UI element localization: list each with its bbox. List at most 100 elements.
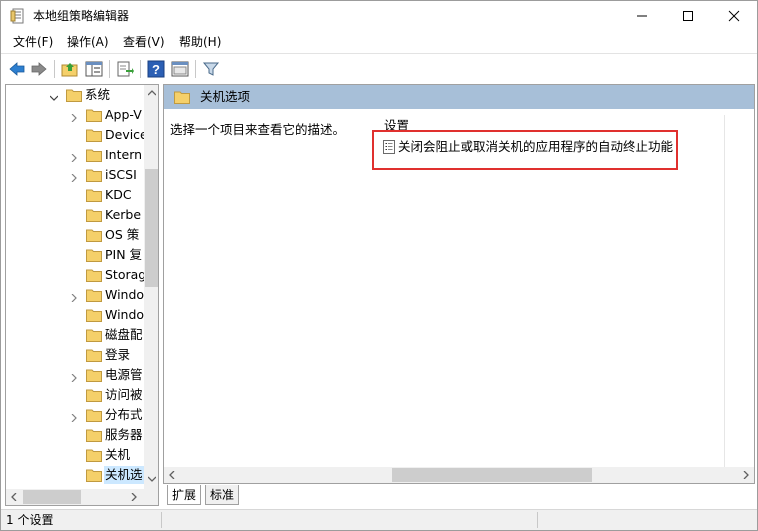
tree-item[interactable]: Device (6, 125, 144, 145)
scroll-up-button[interactable] (144, 85, 158, 101)
tree-item-label: PIN 复 (105, 247, 143, 262)
folder-icon (86, 188, 102, 202)
toolbar-separator (195, 60, 196, 78)
tree-item[interactable]: Windo (6, 285, 144, 305)
details-pane: 关机选项 选择一个项目来查看它的描述。 设置 关闭会阻止或取消关机的应用程序的自… (163, 84, 755, 484)
folder-icon (86, 308, 102, 322)
tree-item[interactable]: OS 策 (6, 225, 144, 245)
tree-horizontal-scrollbar[interactable] (6, 489, 158, 505)
minimize-button[interactable] (619, 1, 665, 31)
window-title: 本地组策略编辑器 (33, 9, 130, 23)
tree-item-label: OS 策 (105, 227, 140, 242)
tree-item-label: Storag (105, 267, 144, 282)
scroll-right-button[interactable] (738, 467, 754, 483)
chevron-right-icon[interactable] (70, 371, 78, 383)
tree-item[interactable]: Intern (6, 145, 144, 165)
help-button[interactable]: ? (145, 58, 167, 80)
tree-item[interactable]: Kerbe (6, 205, 144, 225)
tree-pane[interactable]: 系统 App-V Device Intern iSCSI KDC Kerbe OS 策 PIN … (5, 84, 159, 506)
maximize-button[interactable] (665, 1, 711, 31)
chevron-right-icon[interactable] (70, 151, 78, 163)
menu-action[interactable]: 操作(A) (65, 34, 111, 50)
maximize-icon (683, 11, 693, 21)
scroll-thumb[interactable] (145, 169, 158, 287)
back-button[interactable] (6, 58, 28, 80)
tree-item[interactable]: 关机选 (6, 465, 144, 485)
tree-item-label: 磁盘配 (105, 327, 143, 342)
tree-item[interactable]: 磁盘配 (6, 325, 144, 345)
tree-item[interactable]: 访问被 (6, 385, 144, 405)
close-button[interactable] (711, 1, 757, 31)
menu-view[interactable]: 查看(V) (121, 34, 167, 50)
tree-vertical-scrollbar[interactable] (144, 85, 158, 489)
tree-item[interactable]: 登录 (6, 345, 144, 365)
tab-standard[interactable]: 标准 (205, 485, 240, 505)
folder-icon (86, 388, 102, 402)
tree-item[interactable]: Storag (6, 265, 144, 285)
tree-item-label: Device (105, 127, 144, 142)
folder-icon (86, 268, 102, 282)
tree-item[interactable]: PIN 复 (6, 245, 144, 265)
folder-icon (86, 208, 102, 222)
chevron-right-icon[interactable] (70, 111, 78, 123)
scroll-thumb[interactable] (392, 468, 592, 482)
menu-file[interactable]: 文件(F) (11, 34, 55, 50)
close-icon (728, 10, 740, 22)
tree-item-label: App-V (105, 107, 142, 122)
chevron-right-icon[interactable] (70, 171, 78, 183)
toolbar-separator (140, 60, 141, 78)
scroll-thumb[interactable] (23, 490, 81, 504)
back-arrow-icon (9, 62, 25, 76)
details-horizontal-scrollbar[interactable] (164, 467, 754, 483)
tree-item[interactable]: 电源管 (6, 365, 144, 385)
scroll-down-button[interactable] (144, 471, 158, 487)
export-list-icon (117, 61, 134, 77)
tree-item-label: 系统 (85, 87, 111, 102)
scroll-left-button[interactable] (6, 489, 22, 505)
toolbar-separator (54, 60, 55, 78)
folder-icon (86, 108, 102, 122)
folder-icon (86, 368, 102, 382)
folder-icon (66, 88, 82, 102)
gpedit-app-icon (10, 8, 26, 24)
tree-item[interactable]: 分布式 (6, 405, 144, 425)
scroll-left-button[interactable] (164, 467, 180, 483)
forward-button[interactable] (28, 58, 50, 80)
svg-text:?: ? (152, 62, 160, 77)
chevron-down-icon[interactable] (49, 91, 59, 101)
tree-item-label: 关机 (105, 447, 131, 462)
chevron-right-icon[interactable] (70, 291, 78, 303)
scrollbar-corner (144, 489, 158, 505)
show-hide-tree-button[interactable] (83, 58, 105, 80)
show-hide-tree-icon (85, 61, 103, 77)
toolbar-separator (109, 60, 110, 78)
tree-item[interactable]: 系统 (6, 85, 144, 105)
tab-extended[interactable]: 扩展 (167, 485, 202, 505)
up-folder-icon (61, 63, 78, 77)
up-folder-button[interactable] (59, 58, 81, 80)
properties-button[interactable] (169, 58, 191, 80)
chevron-right-icon[interactable] (70, 411, 78, 423)
chevron-right-icon (743, 471, 749, 479)
tree-item-label: Windo (105, 287, 144, 302)
folder-icon (86, 448, 102, 462)
export-list-button[interactable] (114, 58, 136, 80)
folder-icon (86, 428, 102, 442)
tree-item[interactable]: iSCSI (6, 165, 144, 185)
forward-arrow-icon (31, 62, 47, 76)
scroll-right-button[interactable] (126, 489, 142, 505)
tree-item-label: 分布式 (105, 407, 143, 422)
tree-item[interactable]: 关机 (6, 445, 144, 465)
chevron-left-icon (169, 471, 175, 479)
tree-item[interactable]: App-V (6, 105, 144, 125)
chevron-left-icon (11, 493, 17, 501)
menu-help[interactable]: 帮助(H) (177, 34, 223, 50)
tree-item[interactable]: Windo (6, 305, 144, 325)
tree-item[interactable]: KDC (6, 185, 144, 205)
tree-item-label: 访问被 (105, 387, 143, 402)
folder-icon (86, 148, 102, 162)
tree-item-label: Intern (105, 147, 143, 162)
filter-button[interactable] (200, 58, 222, 80)
title-bar[interactable]: 本地组策略编辑器 (1, 1, 757, 31)
tree-item[interactable]: 服务器 (6, 425, 144, 445)
